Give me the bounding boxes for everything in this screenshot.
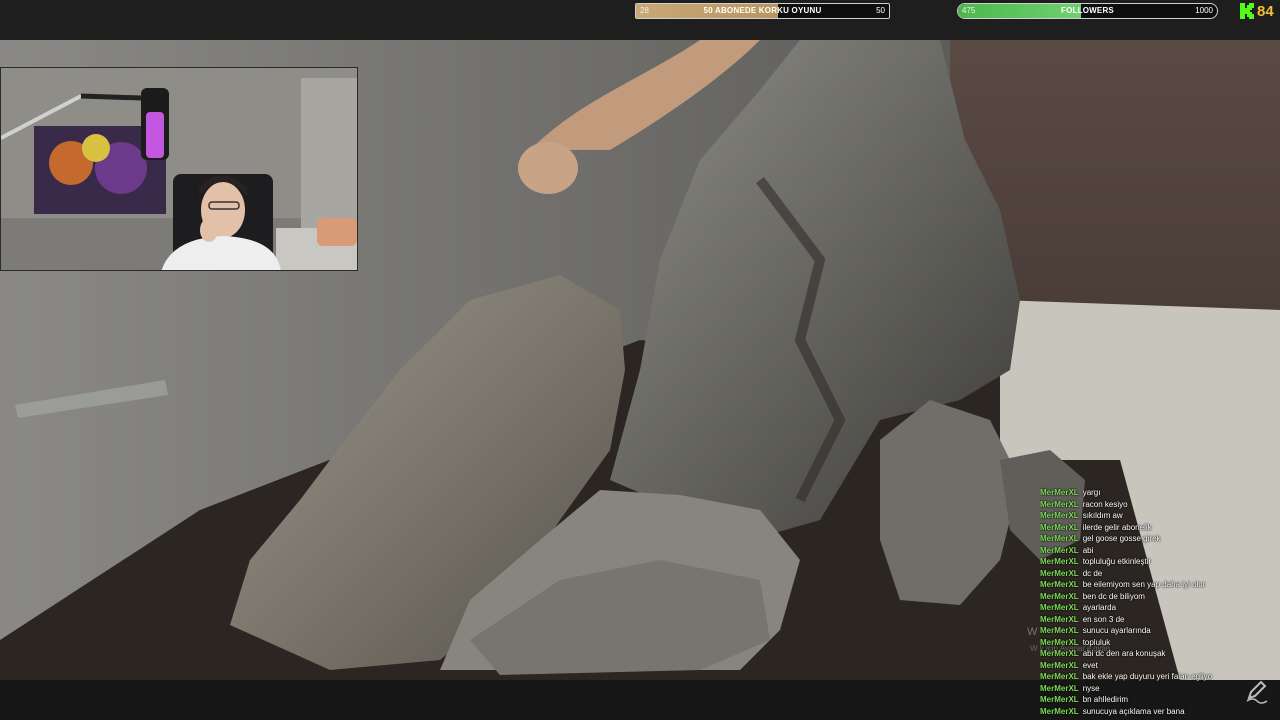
chat-message: MerMerXL en son 3 de <box>1040 614 1276 626</box>
chat-message: MerMerXL nyse <box>1040 683 1276 695</box>
chat-message: MerMerXL ilerde gelir abonelik <box>1040 522 1276 534</box>
subscriber-goal-bar: 28 50 ABONEDE KORKU OYUNU 50 <box>635 3 890 19</box>
chat-message: MerMerXL evet <box>1040 660 1276 672</box>
chat-username[interactable]: MerMerXL <box>1040 695 1079 704</box>
chat-username[interactable]: MerMerXL <box>1040 615 1079 624</box>
chat-text: bak ekle yap duyuru yeri falan egliyo <box>1082 672 1213 681</box>
chat-text: topluluk <box>1082 637 1111 647</box>
chat-text: be eilemiyom sen yap daha iyi olur <box>1082 580 1206 589</box>
chat-message: MerMerXL racon kesiyo <box>1040 499 1276 511</box>
chat-username[interactable]: MerMerXL <box>1040 580 1079 589</box>
chat-message: MerMerXL dc de <box>1040 568 1276 580</box>
chat-text: ilerde gelir abonelik <box>1082 522 1152 532</box>
chat-text: sunucuya açıklama ver bana <box>1082 706 1185 716</box>
chat-message: MerMerXL ayarlarda <box>1040 602 1276 614</box>
chat-text: en son 3 de <box>1082 614 1125 624</box>
chat-message: MerMerXL yargı <box>1040 487 1276 499</box>
chat-message: MerMerXL gel goose gosse girek <box>1040 533 1276 545</box>
chat-username[interactable]: MerMerXL <box>1040 500 1079 509</box>
chat-text: ben dc de biliyom <box>1082 591 1145 601</box>
chat-text: topluluğu etkinleştir <box>1082 557 1152 566</box>
chat-text: gel goose gosse girek <box>1082 534 1161 543</box>
chat-username[interactable]: MerMerXL <box>1040 638 1079 647</box>
subscriber-goal-title: 50 ABONEDE KORKU OYUNU <box>703 6 822 15</box>
chat-message: MerMerXL sunucuya açıklama ver bana <box>1040 706 1276 718</box>
chat-username[interactable]: MerMerXL <box>1040 603 1079 612</box>
windows-activation-watermark: W <box>1027 626 1038 638</box>
followers-goal-title: FOLLOWERS <box>1061 6 1114 15</box>
chat-username[interactable]: MerMerXL <box>1040 511 1079 520</box>
webcam-overlay <box>0 67 358 271</box>
chat-text: racon kesiyo <box>1082 499 1128 509</box>
webcam-illustration <box>1 68 357 270</box>
chat-username[interactable]: MerMerXL <box>1040 569 1079 578</box>
chat-message: MerMerXL topluluk <box>1040 637 1276 649</box>
subscriber-goal-max: 50 <box>876 6 885 15</box>
chat-username[interactable]: MerMerXL <box>1040 534 1079 543</box>
chat-text: yargı <box>1082 488 1101 497</box>
chat-username[interactable]: MerMerXL <box>1040 661 1079 670</box>
chat-text: evet <box>1082 660 1098 670</box>
chat-username[interactable]: MerMerXL <box>1040 684 1079 693</box>
chat-username[interactable]: MerMerXL <box>1040 523 1079 532</box>
chat-text: dc de <box>1082 568 1103 578</box>
chat-message: MerMerXL bak ekle yap duyuru yeri falan e… <box>1040 671 1276 683</box>
chat-message: MerMerXL ben dc de biliyom <box>1040 591 1276 603</box>
top-overlay-bar: 28 50 ABONEDE KORKU OYUNU 50 475 FOLLOWE… <box>0 0 1280 40</box>
chat-username[interactable]: MerMerXL <box>1040 557 1079 566</box>
chat-overlay: MerMerXL yargı MerMerXL racon kesiyo MerMerX… <box>1040 487 1276 717</box>
pen-icon <box>1243 676 1271 704</box>
chat-text: nyse <box>1082 683 1100 693</box>
chat-message: MerMerXL topluluğu etkinleştir <box>1040 556 1276 568</box>
followers-goal-max: 1000 <box>1195 6 1213 15</box>
chat-text: bn ahlledirim <box>1082 695 1129 704</box>
chat-username[interactable]: MerMerXL <box>1040 546 1079 555</box>
chat-message: MerMerXL be eilemiyom sen yap daha iyi ol… <box>1040 579 1276 591</box>
chat-text: sıkıldım aw <box>1082 511 1123 520</box>
chat-username[interactable]: MerMerXL <box>1040 672 1079 681</box>
chat-text: sunucu ayarlarında <box>1082 626 1151 635</box>
chat-username[interactable]: MerMerXL <box>1040 488 1079 497</box>
followers-goal-bar: 475 FOLLOWERS 1000 <box>957 3 1218 19</box>
chat-username[interactable]: MerMerXL <box>1040 592 1079 601</box>
chat-message: MerMerXL bn ahlledirim <box>1040 694 1276 706</box>
chat-username[interactable]: MerMerXL <box>1040 626 1079 635</box>
chat-username[interactable]: MerMerXL <box>1040 707 1079 716</box>
chat-text: abi <box>1082 545 1094 555</box>
viewer-count: 84 <box>1257 2 1274 20</box>
chat-message: MerMerXL abi <box>1040 545 1276 557</box>
kick-logo-icon <box>1240 3 1254 19</box>
chat-message: MerMerXL sunucu ayarlarında <box>1040 625 1276 637</box>
chat-message: MerMerXL abi dc den ara konuşak <box>1040 648 1276 660</box>
chat-message: MerMerXL sıkıldım aw <box>1040 510 1276 522</box>
chat-text: ayarlarda <box>1082 603 1117 612</box>
chat-username[interactable]: MerMerXL <box>1040 649 1079 658</box>
chat-text: abi dc den ara konuşak <box>1082 649 1166 658</box>
kick-viewer-counter: 84 <box>1240 2 1274 20</box>
